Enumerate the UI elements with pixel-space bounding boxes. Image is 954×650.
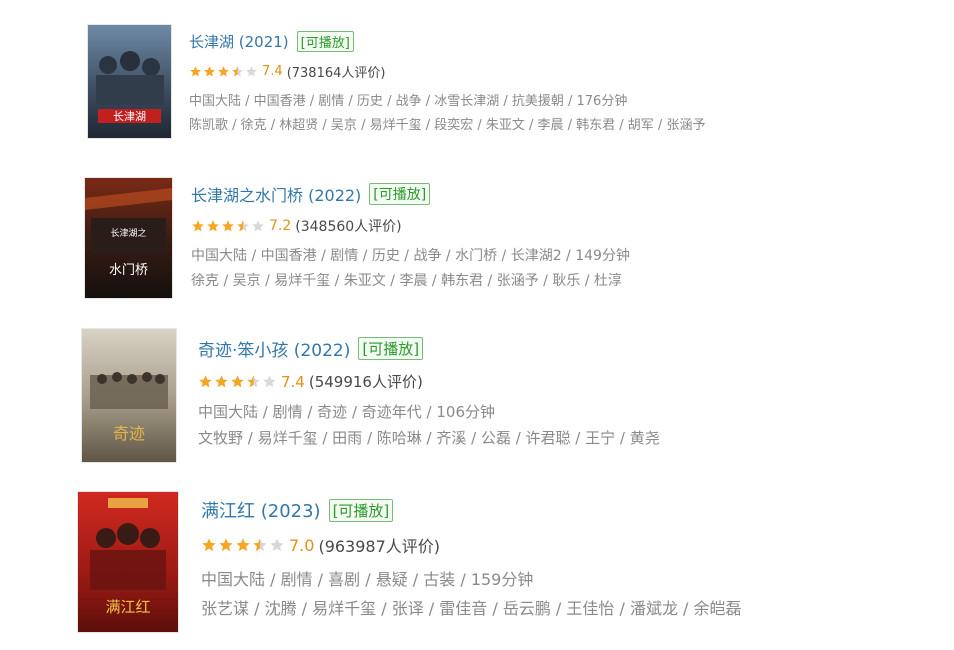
rating-stars [191,219,265,233]
rating-score: 7.4 [281,372,305,391]
star-icon [190,66,201,77]
movie-meta: 中国大陆 / 中国香港 / 剧情 / 历史 / 战争 / 冰雪长津湖 / 抗美援… [189,94,628,109]
playable-badge[interactable]: [可播放] [296,31,354,52]
playable-badge[interactable]: [可播放] [328,498,394,522]
rating-score: 7.2 [269,218,292,234]
star-icon [232,66,243,77]
vote-count: (348560人评价) [295,219,402,235]
star-icon [222,220,234,232]
star-icon [215,375,228,388]
poster-title-text: 奇迹 [113,424,145,443]
star-icon [207,220,219,232]
star-icon [204,66,215,77]
star-icon [252,220,264,232]
rating-stars [201,537,285,553]
star-icon [202,538,216,552]
movie-title-link[interactable]: 奇迹·笨小孩 (2022) [198,336,350,361]
film-poster-icon: 长津湖之 水门桥 [85,178,172,298]
movie-poster[interactable]: 长津湖 [87,24,172,139]
movie-title-link[interactable]: 长津湖之水门桥 (2022) [191,182,361,206]
star-icon [192,220,204,232]
film-poster-icon: 长津湖 [88,25,171,138]
movie-meta: 中国大陆 / 中国香港 / 剧情 / 历史 / 战争 / 水门桥 / 长津湖2 … [191,248,630,264]
film-poster-icon: 满江红 [78,492,178,632]
svg-text:长津湖之: 长津湖之 [110,227,146,239]
movie-title-link[interactable]: 满江红 (2023) [201,497,321,523]
star-icon [263,375,276,388]
star-icon [231,375,244,388]
playable-badge[interactable]: [可播放] [358,337,424,360]
movie-cast: 陈凯歌 / 徐克 / 林超贤 / 吴京 / 易烊千玺 / 段奕宏 / 朱亚文 /… [189,118,706,133]
star-icon [218,66,229,77]
star-icon [246,66,257,77]
playable-badge[interactable]: [可播放] [369,183,431,205]
movie-poster[interactable]: 奇迹 [81,328,177,463]
star-icon [237,220,249,232]
star-icon [219,538,233,552]
movie-cast: 文牧野 / 易烊千玺 / 田雨 / 陈哈琳 / 齐溪 / 公磊 / 许君聪 / … [198,429,660,447]
movie-meta: 中国大陆 / 剧情 / 喜剧 / 悬疑 / 古装 / 159分钟 [201,570,534,589]
rating-score: 7.0 [289,535,315,555]
star-icon [270,538,284,552]
vote-count: (738164人评价) [286,66,386,81]
poster-title-text: 满江红 [105,598,150,616]
star-icon [236,538,250,552]
vote-count: (549916人评价) [308,373,423,391]
movie-title-link[interactable]: 长津湖 (2021) [189,31,289,52]
rating-score: 7.4 [262,64,283,79]
poster-title-text: 长津湖 [113,110,146,123]
vote-count: (963987人评价) [318,537,441,556]
poster-title-text: 水门桥 [109,263,148,278]
rating-stars [198,374,277,389]
rating-stars [189,65,258,78]
movie-meta: 中国大陆 / 剧情 / 奇迹 / 奇迹年代 / 106分钟 [198,403,495,421]
star-icon [253,538,267,552]
star-icon [199,375,212,388]
movie-poster[interactable]: 满江红 [77,491,179,633]
film-poster-icon: 奇迹 [82,329,176,462]
movie-cast: 徐克 / 吴京 / 易烊千玺 / 朱亚文 / 李晨 / 韩东君 / 张涵予 / … [191,273,622,289]
star-icon [247,375,260,388]
movie-poster[interactable]: 长津湖之 水门桥 [84,177,173,299]
movie-cast: 张艺谋 / 沈腾 / 易烊千玺 / 张译 / 雷佳音 / 岳云鹏 / 王佳怡 /… [201,599,742,618]
